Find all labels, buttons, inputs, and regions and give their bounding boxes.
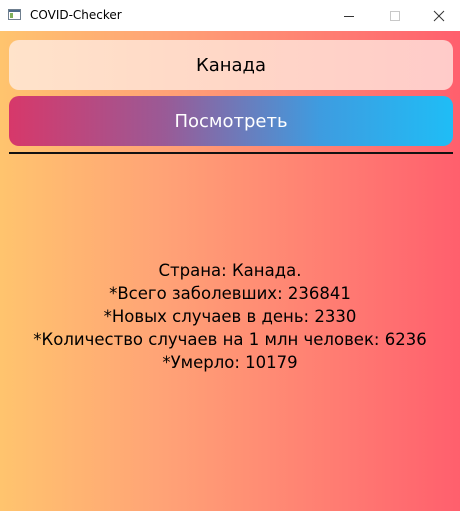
country-input[interactable] xyxy=(9,40,453,90)
minimize-icon xyxy=(344,15,354,17)
check-button[interactable]: Посмотреть xyxy=(9,96,453,146)
main-content: Посмотреть Страна: Канада. *Всего заболе… xyxy=(0,31,460,511)
per-million-line: *Количество случаев на 1 млн человек: 62… xyxy=(33,330,427,349)
app-window: COVID-Checker Посмотреть Страна: Канада.… xyxy=(0,0,460,511)
country-line: Страна: Канада. xyxy=(158,261,302,280)
title-bar[interactable]: COVID-Checker xyxy=(0,0,460,31)
divider-line xyxy=(9,152,453,154)
new-cases-line: *Новых случаев в день: 2330 xyxy=(103,307,357,326)
minimize-button[interactable] xyxy=(326,0,372,31)
deaths-line: *Умерло: 10179 xyxy=(162,353,298,372)
close-icon xyxy=(433,10,445,21)
window-title: COVID-Checker xyxy=(30,8,122,22)
maximize-icon xyxy=(390,10,400,21)
total-cases-line: *Всего заболевших: 236841 xyxy=(109,284,351,303)
stats-panel: Страна: Канада. *Всего заболевших: 23684… xyxy=(0,259,460,374)
window-app-icon xyxy=(8,9,21,20)
close-button[interactable] xyxy=(416,0,460,31)
maximize-button[interactable] xyxy=(372,0,418,31)
